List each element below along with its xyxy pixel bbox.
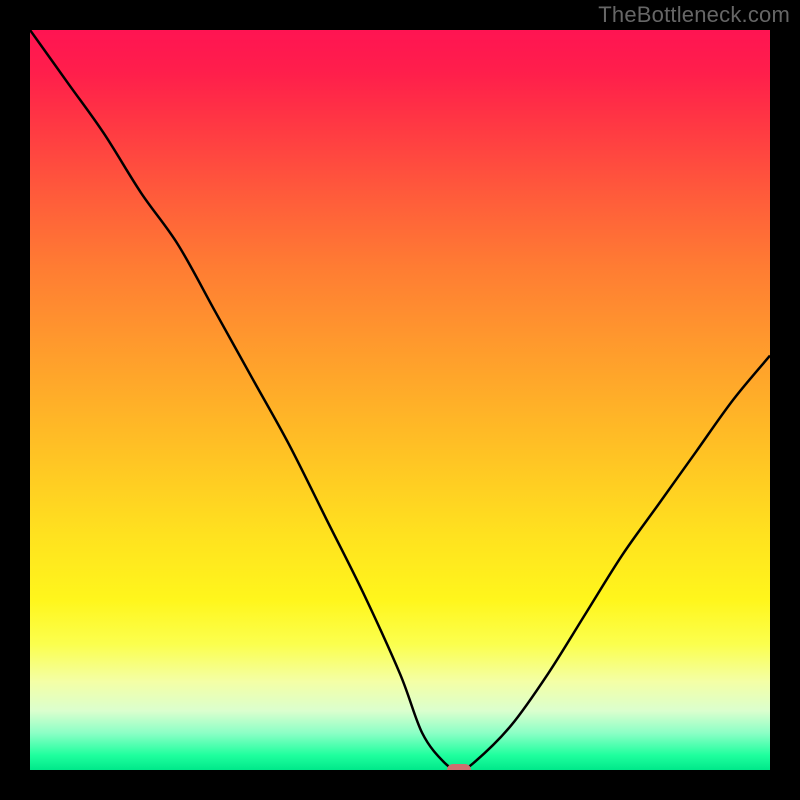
bottleneck-curve-path — [30, 30, 770, 770]
optimal-point-marker — [447, 764, 471, 770]
attribution-text: TheBottleneck.com — [598, 2, 790, 28]
curve-svg — [30, 30, 770, 770]
chart-container: TheBottleneck.com — [0, 0, 800, 800]
plot-area — [30, 30, 770, 770]
